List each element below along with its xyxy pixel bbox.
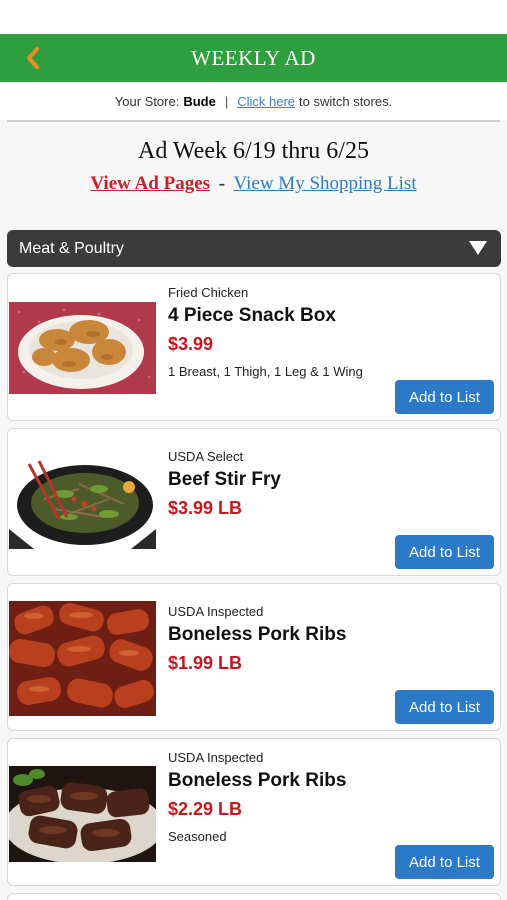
view-shopping-list-link[interactable]: View My Shopping List (234, 173, 417, 194)
product-image (9, 766, 156, 862)
category-label: Meat & Poultry (19, 239, 124, 257)
item-details: USDA Inspected Boneless Pork Ribs $2.29 … (168, 750, 490, 844)
item-subtitle: USDA Inspected (168, 750, 264, 765)
links-separator: - (218, 173, 226, 194)
add-to-list-button[interactable]: Add to List (395, 690, 494, 724)
item-subtitle: USDA Select (168, 449, 244, 464)
item-title: Boneless Pork Ribs (168, 770, 347, 791)
ad-week-heading: Ad Week 6/19 thru 6/25 (138, 138, 369, 164)
view-ad-pages-link[interactable]: View Ad Pages (90, 173, 210, 194)
item-description: Seasoned (168, 829, 227, 844)
dropdown-arrow-icon (469, 241, 487, 255)
item-details: USDA Select Beef Stir Fry $3.99 LB (168, 449, 490, 528)
item-price: $3.99 LB (168, 498, 243, 518)
store-separator: | (224, 93, 229, 109)
item-subtitle: Fried Chicken (168, 285, 249, 300)
item-price: $2.29 LB (168, 799, 243, 819)
divider (7, 120, 500, 122)
ad-links-row: View Ad Pages - View My Shopping List (0, 173, 507, 195)
item-price: $3.99 (168, 334, 214, 354)
ad-item-card: USDA Inspected Boneless Pork Ribs $1.99 … (7, 583, 501, 731)
ad-item-card (7, 893, 501, 900)
page-title: WEEKLY AD (191, 45, 316, 70)
add-to-list-button[interactable]: Add to List (395, 380, 494, 414)
add-to-list-button[interactable]: Add to List (395, 845, 494, 879)
item-details: Fried Chicken 4 Piece Snack Box $3.99 1 … (168, 285, 490, 379)
item-title: Beef Stir Fry (168, 469, 281, 490)
product-image (9, 302, 156, 394)
store-selector-row: Your Store: Bude | Click here to switch … (0, 82, 507, 120)
ad-item-card: USDA Select Beef Stir Fry $3.99 LB Add t… (7, 428, 501, 576)
item-details: USDA Inspected Boneless Pork Ribs $1.99 … (168, 604, 490, 683)
store-label: Your Store: (114, 93, 180, 109)
back-button[interactable] (18, 42, 48, 74)
product-image (9, 601, 156, 716)
store-name: Bude (183, 93, 216, 109)
switch-store-link[interactable]: Click here (237, 94, 295, 109)
category-dropdown[interactable]: Meat & Poultry (7, 230, 501, 267)
ad-item-card: USDA Inspected Boneless Pork Ribs $2.29 … (7, 738, 501, 886)
chevron-left-icon (27, 47, 39, 69)
item-title: Boneless Pork Ribs (168, 624, 347, 645)
product-image (9, 459, 156, 549)
item-price: $1.99 LB (168, 653, 243, 673)
item-description: 1 Breast, 1 Thigh, 1 Leg & 1 Wing (168, 364, 363, 379)
add-to-list-button[interactable]: Add to List (395, 535, 494, 569)
item-title: 4 Piece Snack Box (168, 305, 336, 326)
header-bar: WEEKLY AD (0, 34, 507, 82)
status-bar (0, 0, 507, 34)
switch-store-text: to switch stores. (299, 93, 393, 109)
item-subtitle: USDA Inspected (168, 604, 264, 619)
ad-item-card: Fried Chicken 4 Piece Snack Box $3.99 1 … (7, 273, 501, 421)
